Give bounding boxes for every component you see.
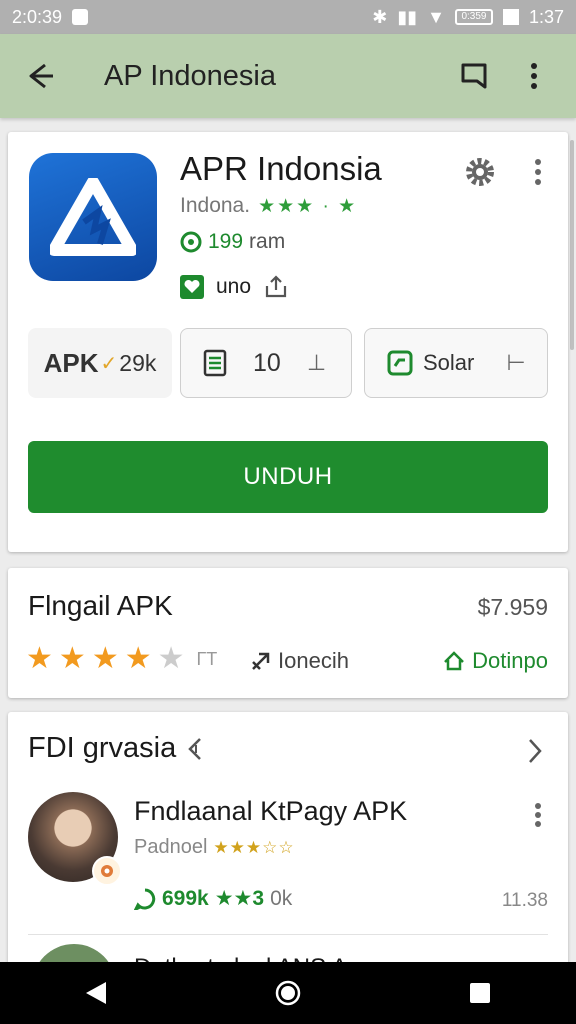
badge-icon bbox=[92, 856, 122, 886]
apk-rating: ★ ★ ★ ★ ★ ГТ bbox=[26, 644, 217, 674]
divider bbox=[28, 934, 548, 935]
rating-count: ГТ bbox=[196, 648, 218, 669]
related-stat-grey: 0k bbox=[270, 886, 293, 910]
signal-icon: ▮▮ bbox=[397, 6, 418, 27]
bookmark-icon bbox=[461, 63, 487, 89]
nav-home-button[interactable] bbox=[258, 963, 318, 1023]
star-icon: ★ bbox=[91, 642, 119, 675]
app-bar-title: AP Indonesia bbox=[104, 59, 276, 92]
wishlist-label[interactable]: uno bbox=[216, 275, 251, 299]
scroll-indicator bbox=[570, 140, 574, 350]
back-arrow-icon bbox=[29, 63, 53, 89]
count-chip[interactable]: 10 ⊥ bbox=[180, 328, 352, 398]
notification-icon bbox=[72, 9, 89, 25]
related-app-size: 11.38 bbox=[501, 890, 548, 911]
nav-back-button[interactable] bbox=[66, 963, 126, 1023]
dropdown-indicator-icon: ⊥ bbox=[306, 350, 326, 375]
rating-stars: ★★★ · ★ bbox=[258, 195, 358, 217]
apk-size-chip: APK ✓ 29k bbox=[28, 328, 172, 398]
apk-price: $7.959 bbox=[477, 594, 548, 620]
star-icon: ★ bbox=[26, 642, 53, 675]
back-button[interactable] bbox=[20, 54, 64, 98]
star-icon: ★ bbox=[124, 642, 152, 675]
app-bar: AP Indonesia bbox=[0, 34, 576, 118]
more-vert-icon bbox=[531, 63, 537, 89]
chat-icon bbox=[387, 350, 413, 376]
triangle-logo-icon bbox=[50, 178, 136, 256]
solar-chip[interactable]: Solar ⊢ bbox=[364, 328, 548, 398]
related-apps-card: FDI grvasia Fndlaanal KtPagy APK Padnoel… bbox=[8, 712, 568, 1024]
download-icon bbox=[444, 651, 465, 671]
related-dev-name: Padnoel bbox=[134, 836, 208, 858]
speaker-icon bbox=[188, 737, 202, 760]
related-app-title[interactable]: Fndlaanal KtPagy APK bbox=[134, 796, 407, 827]
settings-button[interactable] bbox=[460, 152, 500, 192]
wishlist-row: uno bbox=[180, 274, 289, 300]
more-vert-icon bbox=[535, 803, 541, 827]
related-app-developer: Padnoel ★★★☆☆ bbox=[134, 836, 295, 859]
count-value: 10 bbox=[253, 348, 281, 377]
circle-home-icon bbox=[275, 980, 301, 1006]
avatar[interactable] bbox=[28, 792, 122, 886]
downloads-count: 199 bbox=[208, 230, 244, 253]
downloads-line: 199 ram bbox=[180, 230, 285, 254]
share-icon[interactable] bbox=[263, 274, 289, 300]
app-icon bbox=[29, 153, 157, 281]
apk-separator-icon: ✓ bbox=[100, 352, 118, 375]
overflow-menu-button[interactable] bbox=[512, 54, 556, 98]
solar-label: Solar bbox=[423, 350, 475, 375]
battery-icon: 0:359 bbox=[454, 9, 493, 25]
install-button[interactable]: UNDUH bbox=[28, 441, 548, 513]
triangle-back-icon bbox=[86, 982, 106, 1004]
bookmark-button[interactable] bbox=[452, 54, 496, 98]
list-icon bbox=[203, 349, 227, 377]
related-section-title[interactable]: FDI grvasia bbox=[28, 732, 204, 765]
apk-info-title: Flngail APK bbox=[28, 590, 173, 621]
launch-link[interactable]: Ionecih bbox=[250, 648, 349, 674]
developer-line: Indona. ★★★ · ★ bbox=[180, 194, 357, 218]
solar-indicator-icon: ⊢ bbox=[506, 350, 526, 375]
system-nav-bar bbox=[0, 962, 576, 1024]
related-downloads: 699k bbox=[162, 886, 209, 910]
half-star-icon: ★ bbox=[157, 642, 185, 675]
square-recents-icon bbox=[470, 983, 490, 1003]
app-more-button[interactable] bbox=[524, 152, 552, 192]
related-title-text: FDI grvasia bbox=[28, 732, 177, 764]
launch-label: Ionecih bbox=[278, 648, 349, 673]
related-stars: ★★★☆☆ bbox=[213, 837, 295, 857]
status-clock-right: 1:37 bbox=[528, 6, 564, 27]
status-bar: 2:0:39 ✱ ▮▮ ▼ 0:359 1:37 bbox=[0, 0, 576, 34]
star-icon: ★ bbox=[58, 642, 86, 675]
apk-label: APK bbox=[43, 347, 99, 378]
downloads-icon bbox=[180, 231, 202, 253]
apk-size: 29k bbox=[119, 349, 157, 376]
wifi-icon: ▼ bbox=[427, 6, 445, 27]
related-expand-button[interactable] bbox=[520, 734, 550, 768]
bluetooth-icon: ✱ bbox=[372, 6, 388, 27]
related-app-stats: 699k ★★3 0k bbox=[134, 886, 292, 911]
heart-icon[interactable] bbox=[180, 275, 204, 299]
gear-icon bbox=[466, 158, 494, 186]
launch-icon bbox=[252, 652, 270, 670]
download-link[interactable]: Dotinpo bbox=[442, 648, 548, 674]
downloads-unit: ram bbox=[249, 230, 286, 253]
app-detail-card: APR Indonsia Indona. ★★★ · ★ 199 ram uno… bbox=[8, 132, 568, 552]
developer-name[interactable]: Indona. bbox=[180, 194, 250, 218]
chat-bubble-icon bbox=[134, 888, 156, 910]
more-vert-icon bbox=[535, 159, 541, 185]
app-name: APR Indonsia bbox=[180, 150, 382, 187]
chevron-right-icon bbox=[529, 739, 542, 763]
square-icon bbox=[502, 9, 519, 25]
related-stat-mid: ★★3 bbox=[214, 887, 265, 910]
related-app-more-button[interactable] bbox=[528, 800, 548, 830]
nav-recents-button[interactable] bbox=[450, 963, 510, 1023]
apk-info-card: Flngail APK $7.959 ★ ★ ★ ★ ★ ГТ Ionecih … bbox=[8, 568, 568, 698]
status-time: 2:0:39 bbox=[12, 6, 63, 27]
download-label: Dotinpo bbox=[472, 648, 548, 673]
